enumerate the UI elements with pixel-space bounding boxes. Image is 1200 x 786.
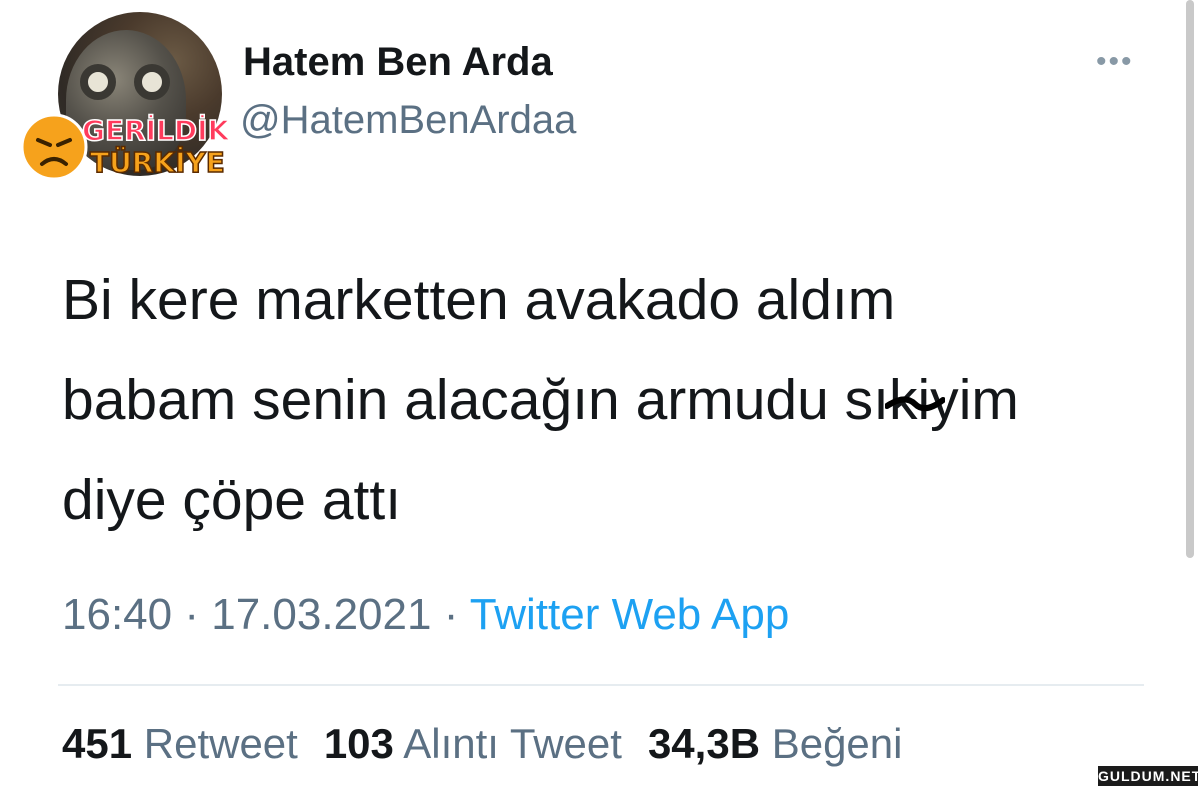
scribbled-text: kiy bbox=[885, 368, 959, 432]
like-stat[interactable]: 34,3B Beğeni bbox=[648, 720, 903, 767]
retweet-count: 451 bbox=[62, 720, 133, 767]
retweet-stat[interactable]: 451 Retweet bbox=[62, 720, 298, 767]
gerildik-turkiye-sticker: GERİLDİK TÜRKİYE bbox=[20, 112, 231, 181]
more-dots-icon[interactable]: ••• bbox=[1096, 47, 1142, 77]
quote-label: Alıntı Tweet bbox=[403, 720, 622, 767]
divider bbox=[58, 684, 1144, 686]
tweet-stats: 451 Retweet 103 Alıntı Tweet 34,3B Beğeni bbox=[62, 720, 902, 768]
meta-separator-2: · bbox=[443, 590, 459, 639]
retweet-label: Retweet bbox=[143, 720, 298, 767]
watermark-logo: GULDUM.NET bbox=[1098, 766, 1200, 786]
tweet-line-2-start: babam senin alacağın armudu sı bbox=[62, 368, 890, 432]
like-count: 34,3B bbox=[647, 720, 761, 767]
tweet-line-1: Bi kere marketten avakado aldım bbox=[62, 268, 896, 332]
scribble-mark bbox=[885, 396, 946, 412]
tweet-time[interactable]: 16:40 bbox=[62, 590, 172, 639]
goggle-left bbox=[80, 64, 116, 100]
display-name[interactable]: Hatem Ben Arda bbox=[243, 40, 553, 85]
quote-count: 103 bbox=[323, 720, 394, 767]
sticker-line2: TÜRKİYE bbox=[90, 145, 225, 179]
quote-stat[interactable]: 103 Alıntı Tweet bbox=[324, 720, 622, 767]
like-label: Beğeni bbox=[771, 720, 903, 767]
tweet-line-2-end: im bbox=[958, 368, 1019, 432]
sticker-line1: GERİLDİK bbox=[82, 113, 231, 147]
tweet-line-2: babam senin alacağın armudu sıkiy im bbox=[62, 350, 1162, 450]
angry-face-icon bbox=[20, 113, 88, 181]
goggle-right bbox=[134, 64, 170, 100]
user-handle[interactable]: @HatemBenArdaa bbox=[240, 98, 576, 143]
tweet-text: Bi kere marketten avakado aldım babam se… bbox=[62, 250, 1162, 550]
tweet-source-link[interactable]: Twitter Web App bbox=[470, 590, 790, 639]
scrollbar[interactable] bbox=[1186, 0, 1194, 558]
tweet-line-3: diye çöpe attı bbox=[62, 468, 402, 532]
meta-separator-1: · bbox=[184, 590, 199, 639]
tweet-meta: 16:40 · 17.03.2021 · Twitter Web App bbox=[62, 590, 789, 640]
tweet-date[interactable]: 17.03.2021 bbox=[211, 590, 431, 639]
